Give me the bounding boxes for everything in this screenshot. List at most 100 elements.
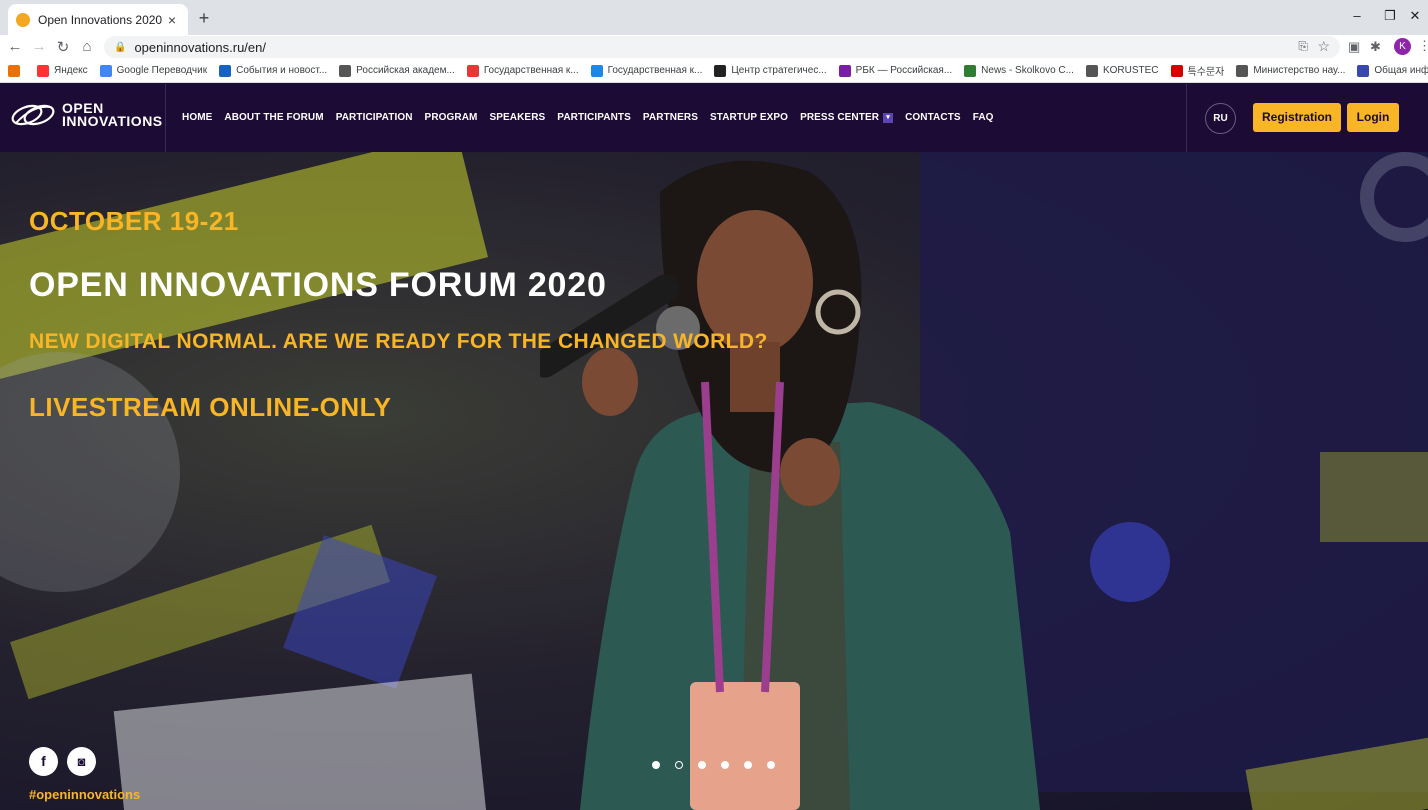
browser-toolbar: ← → ↻ ⌂ 🔒 openinnovations.ru/en/ ⎘ ☆ ▣ ✱… — [0, 35, 1428, 59]
nav-item-speakers[interactable]: SPEAKERS — [489, 112, 545, 123]
nav-item-press-center[interactable]: PRESS CENTER ▾ — [800, 112, 894, 123]
bookmark-label: Центр стратегичес... — [731, 65, 827, 76]
bg-circle — [0, 352, 180, 592]
facebook-icon[interactable]: f — [29, 747, 58, 776]
bookmark-favicon-icon — [714, 64, 727, 77]
nav-item-label: PROGRAM — [424, 112, 478, 123]
bookmark-label: KORUSTEC — [1102, 65, 1159, 76]
bookmark-item[interactable]: Общая информац... — [1357, 63, 1428, 78]
bookmark-star-icon[interactable]: ☆ — [1317, 38, 1330, 55]
bookmark-favicon-icon — [1357, 64, 1370, 77]
bookmark-label: События и новост... — [236, 65, 328, 76]
bookmark-label: Государственная к... — [607, 65, 703, 76]
bookmark-item[interactable]: Центр стратегичес... — [714, 63, 827, 78]
bookmark-label: 특수문자 — [1187, 67, 1225, 78]
nav-item-about-the-forum[interactable]: ABOUT THE FORUM — [224, 112, 323, 123]
bookmark-label: Министерство нау... — [1253, 65, 1346, 76]
bookmark-item[interactable]: Google Переводчик — [99, 63, 208, 78]
nav-item-faq[interactable]: FAQ — [973, 112, 994, 123]
bookmark-label: Google Переводчик — [116, 65, 208, 76]
nav-item-label: STARTUP EXPO — [709, 112, 789, 123]
nav-item-label: ABOUT THE FORUM — [224, 112, 324, 123]
bookmark-item[interactable]: Яндекс — [37, 63, 88, 78]
bookmark-favicon-icon — [838, 64, 851, 77]
bookmark-item[interactable]: Государственная к... — [590, 63, 703, 78]
nav-item-label: FAQ — [972, 112, 994, 123]
nav-item-label: PARTICIPATION — [335, 112, 413, 123]
bookmark-item[interactable]: 특수문자 — [1170, 63, 1225, 78]
bookmark-item[interactable]: News - Skolkovo C... — [964, 63, 1074, 78]
bookmark-label: Яндекс — [54, 65, 88, 76]
extensions-puzzle-icon[interactable]: ✱ — [1370, 39, 1381, 55]
bg-podium — [113, 673, 487, 810]
nav-item-startup-expo[interactable]: STARTUP EXPO — [710, 112, 788, 123]
bookmark-item[interactable]: События и новост... — [219, 63, 327, 78]
back-icon[interactable]: ← — [6, 38, 24, 55]
nav-item-label: PARTNERS — [642, 112, 698, 123]
bg-dot-blue — [1090, 522, 1170, 602]
hashtag-link[interactable]: #openinnovations — [29, 787, 140, 802]
bookmark-label: Российская академ... — [356, 65, 455, 76]
nav-item-program[interactable]: PROGRAM — [425, 112, 478, 123]
browser-menu-icon[interactable]: ⋮ — [1418, 38, 1428, 54]
bookmark-favicon-icon — [37, 64, 49, 77]
nav-item-label: PRESS CENTER — [800, 112, 880, 123]
bookmark-favicon-icon — [1236, 64, 1249, 77]
tab-title: Open Innovations 2020 — [38, 12, 163, 27]
address-bar[interactable]: 🔒 openinnovations.ru/en/ ⎘ ☆ — [104, 36, 1340, 58]
bookmark-item[interactable]: Государственная к... — [466, 63, 579, 78]
hero-banner: OCTOBER 19-21 OPEN INNOVATIONS FORUM 202… — [0, 152, 1428, 810]
bookmark-label: Государственная к... — [483, 65, 579, 76]
bookmark-item[interactable]: Министерство нау... — [1236, 63, 1345, 78]
nav-item-contacts[interactable]: CONTACTS — [905, 112, 961, 123]
bookmark-favicon-icon — [964, 64, 977, 77]
apps-grid-icon[interactable] — [8, 64, 25, 77]
window-close-button[interactable]: ✕ — [1400, 8, 1428, 24]
logo-swirl-icon — [11, 104, 55, 126]
carousel-dot[interactable] — [744, 761, 752, 769]
nav-item-participation[interactable]: PARTICIPATION — [336, 112, 413, 123]
carousel-dot[interactable] — [698, 761, 706, 769]
hero-title: OPEN INNOVATIONS FORUM 2020 — [29, 266, 607, 304]
reload-icon[interactable]: ↻ — [54, 38, 72, 56]
carousel-dot[interactable] — [675, 761, 683, 769]
browser-tab[interactable]: Open Innovations 2020 × — [8, 4, 188, 35]
carousel-dot[interactable] — [767, 761, 775, 769]
bookmark-item[interactable]: РБК — Российская... — [838, 63, 952, 78]
bookmark-item[interactable]: Российская академ... — [339, 63, 455, 78]
nav-item-partners[interactable]: PARTNERS — [643, 112, 698, 123]
registration-button[interactable]: Registration — [1253, 103, 1341, 132]
nav-item-home[interactable]: HOME — [182, 112, 212, 123]
logo-line2: INNOVATIONS — [62, 113, 163, 129]
forward-icon[interactable]: → — [30, 38, 48, 55]
bookmark-favicon-icon — [99, 64, 112, 77]
window-minimize-button[interactable]: – — [1342, 8, 1372, 23]
site-logo[interactable]: OPEN INNOVATIONS — [10, 101, 163, 129]
bookmark-label: Общая информац... — [1374, 65, 1428, 76]
chevron-down-icon[interactable]: ▾ — [883, 113, 894, 123]
bookmark-item[interactable]: KORUSTEC — [1085, 63, 1159, 78]
new-tab-button[interactable]: + — [194, 8, 214, 29]
bookmark-favicon-icon — [219, 64, 232, 77]
url-text: openinnovations.ru/en/ — [134, 39, 266, 55]
profile-avatar[interactable]: K — [1394, 38, 1411, 55]
hero-date: OCTOBER 19-21 — [29, 206, 239, 236]
header-divider-right — [1186, 84, 1187, 152]
tab-close-icon[interactable]: × — [164, 12, 180, 28]
login-button[interactable]: Login — [1347, 103, 1399, 132]
nav-item-participants[interactable]: PARTICIPANTS — [557, 112, 631, 123]
language-switch-button[interactable]: RU — [1205, 103, 1236, 134]
translate-icon[interactable]: ⎘ — [1298, 39, 1308, 54]
tab-favicon-icon — [16, 12, 30, 27]
carousel-dots — [652, 761, 790, 769]
bookmark-favicon-icon — [1085, 64, 1098, 77]
carousel-dot[interactable] — [652, 761, 660, 769]
bookmark-favicon-icon — [339, 64, 352, 77]
header-divider — [165, 84, 166, 152]
nav-item-label: HOME — [182, 112, 213, 123]
extension-icon[interactable]: ▣ — [1348, 39, 1360, 55]
carousel-dot[interactable] — [721, 761, 729, 769]
instagram-icon[interactable]: ◙ — [67, 747, 96, 776]
hero-livestream: LIVESTREAM ONLINE-ONLY — [29, 392, 392, 422]
home-icon[interactable]: ⌂ — [78, 38, 96, 55]
